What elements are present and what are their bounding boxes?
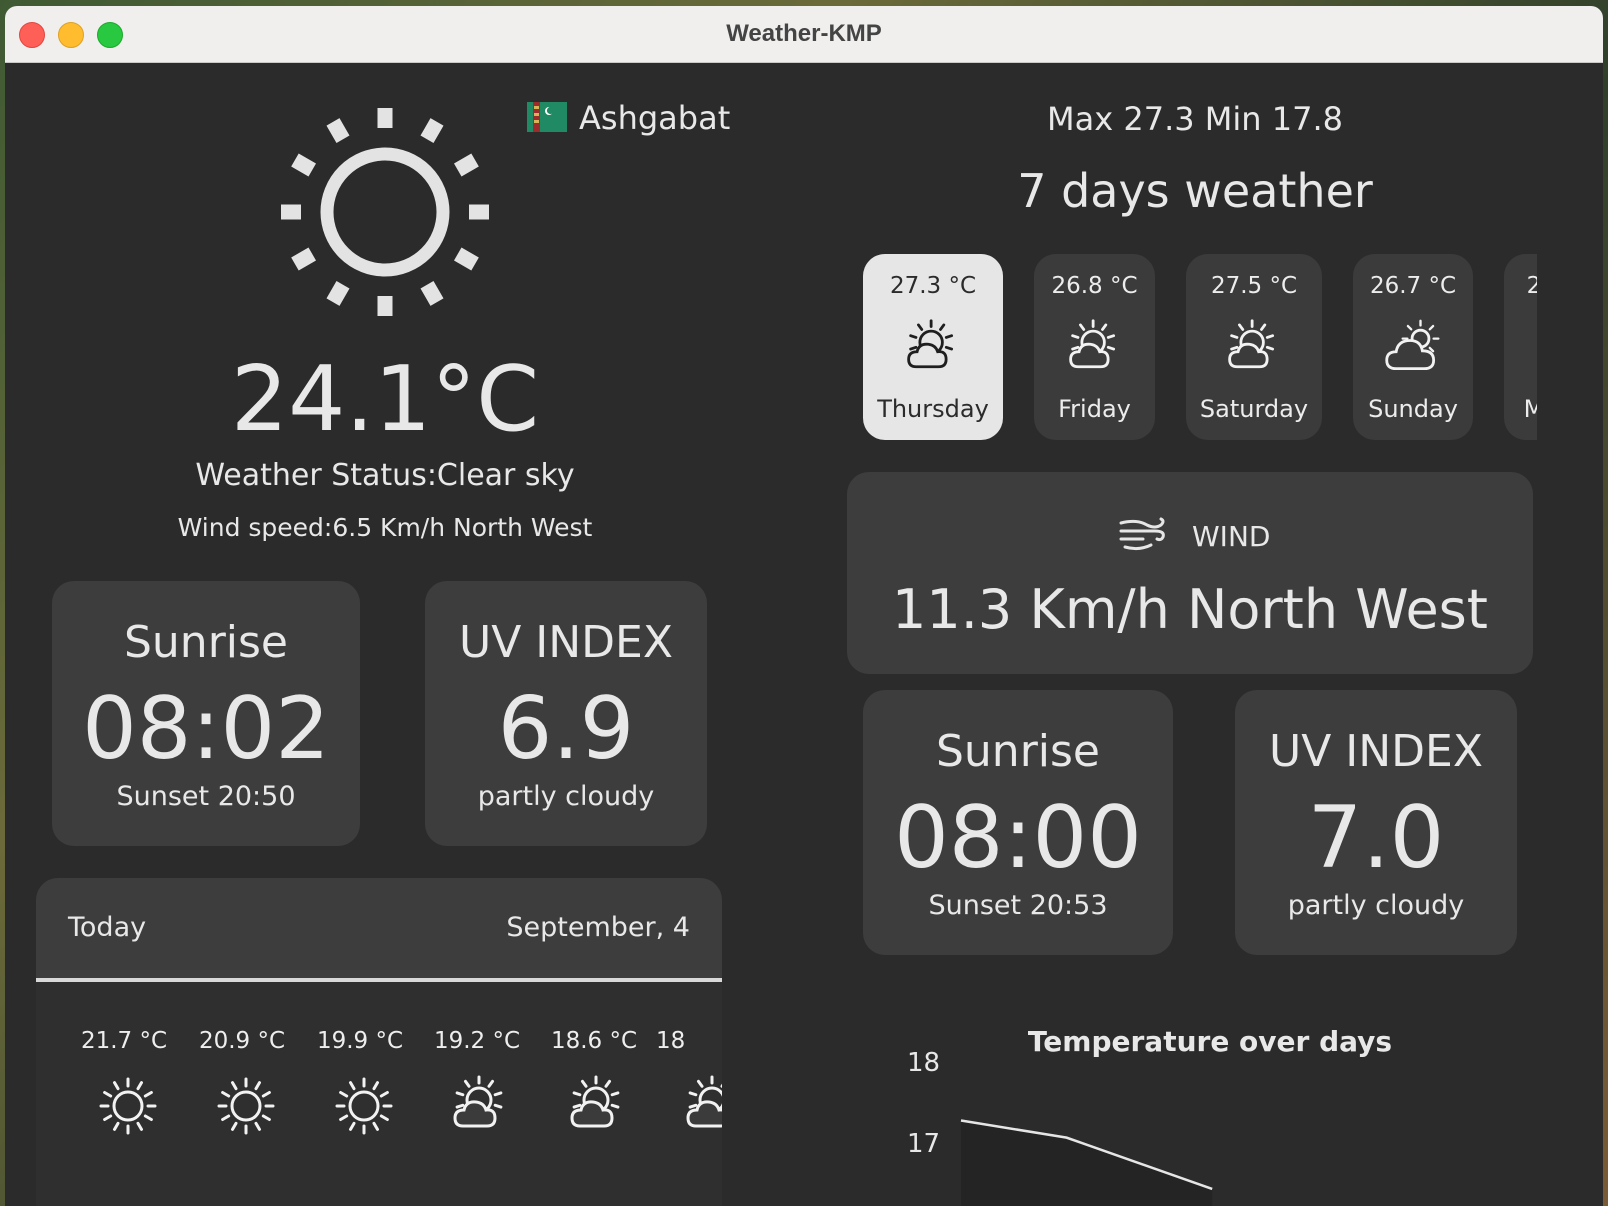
current-temperature: 24.1°C [230,347,540,452]
window-title: Weather-KMP [726,20,882,47]
partly-cloudy-icon [453,1075,503,1128]
day-card-sunday[interactable]: 26.7 °C Sunday [1353,254,1473,440]
day-name: Saturday [1199,395,1309,423]
day-name: M [1523,395,1537,423]
weather-status: Weather Status:Clear sky [195,458,575,493]
uv-value: 7.0 [1307,788,1445,888]
day-card-thursday[interactable]: 27.3 °C Thursday [863,254,1003,440]
sunrise-card: Sunrise 08:02 Sunset 20:50 [52,581,360,846]
partly-cloudy-icon [1068,319,1115,369]
day-card-monday[interactable]: 2 M [1504,254,1537,440]
hour-temp: 19.2 °C [433,1028,521,1054]
day-temp: 2 [1526,273,1537,299]
sunrise-time: 08:00 [894,788,1142,888]
sun-icon [335,1077,393,1135]
y-tick-label: 18 [907,1048,940,1078]
partly-cloudy-icon [1228,319,1275,369]
hour-temp: 20.9 °C [198,1028,286,1054]
hour-temp: 19.9 °C [316,1028,404,1054]
sun-icon [99,1077,157,1135]
wind-label: WIND [1192,520,1271,553]
day-name: Friday [1058,395,1131,423]
hourly-list[interactable]: 21.7 °C 20.9 °C 19.9 °C 19.2 °C 18.6 °C … [36,978,722,1206]
wind-value: 11.3 Km/h North West [892,578,1488,641]
sunrise-label: Sunrise [935,726,1100,777]
hour-temp: 21.7 °C [80,1028,168,1054]
today-label: Today [68,912,147,943]
wind-card: WIND 11.3 Km/h North West [847,472,1533,674]
sun-icon [281,108,489,316]
city-name: Ashgabat [579,99,731,137]
uv-label: UV INDEX [458,617,673,668]
day-temp: 27.3 °C [889,273,977,299]
day-name: Thursday [877,395,989,423]
wind-icon [1119,517,1165,551]
day-temp: 27.5 °C [1210,273,1298,299]
partly-cloudy-icon [686,1075,722,1128]
y-tick-label: 17 [907,1129,940,1159]
day-temp: 26.8 °C [1051,273,1138,299]
uv-label: UV INDEX [1268,726,1483,777]
uv-index-card: UV INDEX 6.9 partly cloudy [425,581,707,846]
forecast-sunrise-card: Sunrise 08:00 Sunset 20:53 [863,690,1173,955]
day-name: Sunday [1368,395,1458,423]
wind-speed: Wind speed:6.5 Km/h North West [177,513,593,542]
hour-temp: 18 [656,1028,686,1054]
temperature-area [961,1120,1213,1206]
turkmenistan-flag-icon [527,102,567,132]
partly-cloudy-icon [570,1075,620,1128]
sunrise-label: Sunrise [123,617,288,668]
today-date: September, 4 [506,912,690,943]
days-carousel[interactable]: 27.3 °C Thursday 26.8 °C Friday 27.5 °C … [847,62,1537,462]
main-content: Ashgabat 24.1°C Weather Status:Clear sky… [5,62,1603,1206]
sun-icon [217,1077,275,1135]
uv-description: partly cloudy [477,781,655,812]
uv-value: 6.9 [497,679,635,779]
day-card-friday[interactable]: 26.8 °C Friday [1034,254,1155,440]
sunset-time: Sunset 20:50 [116,781,296,812]
day-temp: 26.7 °C [1369,273,1457,299]
title-bar: Weather-KMP [5,6,1603,63]
temperature-chart: 18 17 [907,1048,1213,1206]
hour-temp: 18.6 °C [550,1028,638,1054]
forecast-uv-index-card: UV INDEX 7.0 partly cloudy [1235,690,1517,955]
sunrise-time: 08:02 [82,679,330,779]
sunset-time: Sunset 20:53 [928,890,1108,921]
cloudy-sun-icon [1385,319,1440,371]
partly-cloudy-icon [907,319,954,369]
app-window: Weather-KMP Ashgabat 24.1°C Weather Stat… [5,6,1603,1206]
uv-description: partly cloudy [1287,890,1465,921]
day-card-saturday[interactable]: 27.5 °C Saturday [1186,254,1322,440]
